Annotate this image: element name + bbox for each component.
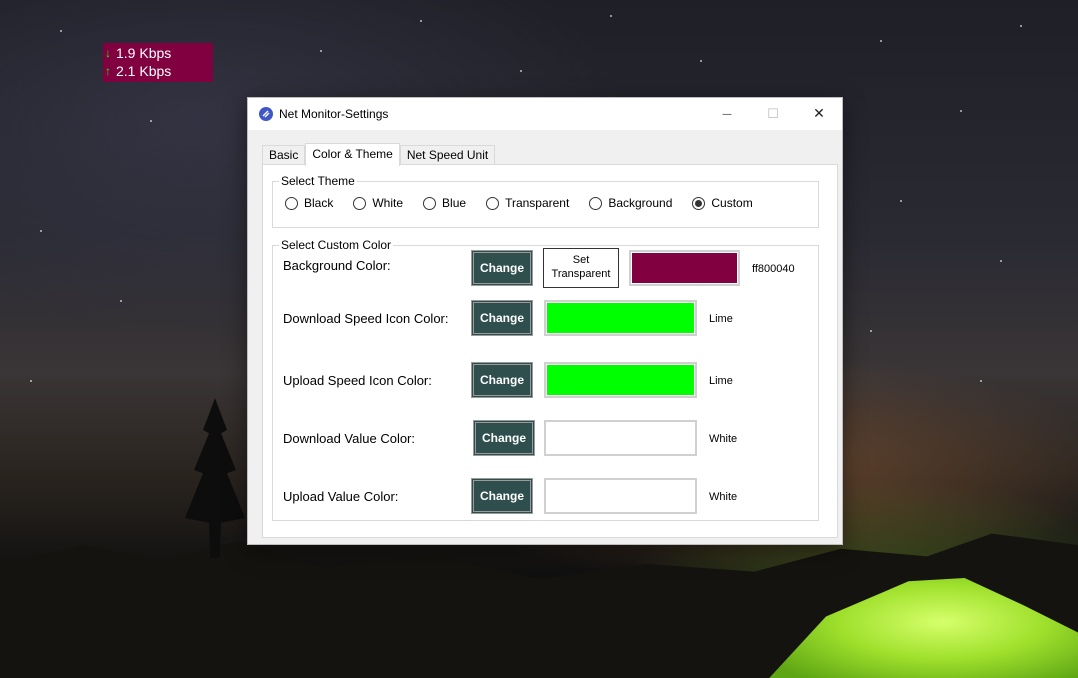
upload-value-color-swatch[interactable] bbox=[544, 478, 697, 514]
upload-value-color-label: Upload Value Color: bbox=[283, 489, 399, 504]
radio-label: Custom bbox=[711, 196, 753, 210]
radio-label: Black bbox=[304, 196, 334, 210]
swatch-fill bbox=[547, 365, 694, 395]
change-download-value-color-button[interactable]: Change bbox=[473, 420, 535, 456]
download-icon-color-swatch[interactable] bbox=[544, 300, 697, 336]
close-icon: ✕ bbox=[813, 106, 825, 122]
change-background-color-button[interactable]: Change bbox=[471, 250, 533, 286]
window-title: Net Monitor-Settings bbox=[279, 107, 389, 121]
window-client: Basic Color & Theme Net Speed Unit Selec… bbox=[248, 130, 842, 544]
app-logo-icon bbox=[259, 107, 273, 121]
download-value-color-row: Download Value Color: Change White bbox=[283, 420, 813, 460]
title-bar[interactable]: Net Monitor-Settings — ☐ ✕ bbox=[248, 98, 842, 130]
background-color-label: Background Color: bbox=[283, 258, 391, 273]
tab-color-theme[interactable]: Color & Theme bbox=[305, 143, 400, 166]
download-value-color-label: Download Value Color: bbox=[283, 431, 415, 446]
radio-circle-icon bbox=[353, 196, 367, 210]
radio-label: White bbox=[372, 196, 404, 210]
radio-label: Background bbox=[608, 196, 673, 210]
radio-background[interactable]: Background bbox=[589, 196, 672, 210]
upload-value-color-value: White bbox=[709, 491, 738, 503]
color-theme-panel: Select Theme Black White Blue Transparen… bbox=[262, 164, 838, 538]
download-icon-color-label: Download Speed Icon Color: bbox=[283, 311, 449, 326]
change-upload-icon-color-button[interactable]: Change bbox=[471, 362, 533, 398]
radio-circle-icon bbox=[285, 196, 298, 210]
upload-icon-color-row: Upload Speed Icon Color: Change Lime bbox=[283, 362, 813, 402]
download-value-color-swatch[interactable] bbox=[544, 420, 697, 456]
download-icon-color-value: Lime bbox=[709, 313, 733, 325]
swatch-fill bbox=[547, 303, 694, 333]
close-button[interactable]: ✕ bbox=[796, 98, 842, 130]
download-row: ↓ 1.9 Kbps bbox=[105, 44, 213, 62]
maximize-button[interactable]: ☐ bbox=[750, 98, 796, 130]
download-value-color-value: White bbox=[709, 433, 738, 445]
change-upload-value-color-button[interactable]: Change bbox=[471, 478, 533, 514]
maximize-icon: ☐ bbox=[767, 106, 779, 122]
radio-circle-icon bbox=[589, 196, 603, 210]
minimize-icon: — bbox=[722, 108, 732, 120]
upload-arrow-icon: ↑ bbox=[105, 64, 111, 78]
radio-circle-icon bbox=[486, 196, 500, 210]
window-controls: — ☐ ✕ bbox=[704, 98, 842, 130]
tab-strip: Basic Color & Theme Net Speed Unit bbox=[262, 142, 496, 166]
background-color-row: Background Color: Change Set Transparent… bbox=[283, 248, 813, 288]
minimize-button[interactable]: — bbox=[704, 98, 750, 130]
radio-custom[interactable]: Custom bbox=[692, 196, 753, 210]
set-transparent-button[interactable]: Set Transparent bbox=[543, 248, 619, 288]
radio-circle-icon bbox=[423, 196, 437, 210]
radio-checked-icon bbox=[692, 196, 706, 210]
background-color-swatch[interactable] bbox=[629, 250, 740, 286]
upload-speed-value: 2.1 Kbps bbox=[116, 63, 172, 79]
tab-net-speed-unit[interactable]: Net Speed Unit bbox=[399, 145, 496, 165]
select-theme-legend: Select Theme bbox=[279, 174, 357, 188]
upload-icon-color-swatch[interactable] bbox=[544, 362, 697, 398]
swatch-fill bbox=[547, 481, 694, 511]
tab-basic[interactable]: Basic bbox=[262, 145, 306, 165]
swatch-fill bbox=[547, 423, 694, 453]
radio-transparent[interactable]: Transparent bbox=[486, 196, 569, 210]
upload-icon-color-label: Upload Speed Icon Color: bbox=[283, 373, 432, 388]
settings-window: Net Monitor-Settings — ☐ ✕ Basic Color &… bbox=[247, 97, 843, 545]
upload-row: ↑ 2.1 Kbps bbox=[105, 62, 213, 80]
radio-label: Transparent bbox=[505, 196, 570, 210]
upload-value-color-row: Upload Value Color: Change White bbox=[283, 478, 813, 518]
background-color-value: ff800040 bbox=[752, 263, 795, 275]
radio-white[interactable]: White bbox=[353, 196, 403, 210]
download-speed-value: 1.9 Kbps bbox=[116, 45, 172, 61]
radio-blue[interactable]: Blue bbox=[423, 196, 466, 210]
download-arrow-icon: ↓ bbox=[105, 46, 111, 60]
custom-color-group: Select Custom Color Background Color: Ch… bbox=[272, 238, 819, 521]
select-theme-group: Select Theme Black White Blue Transparen… bbox=[272, 174, 819, 228]
radio-black[interactable]: Black bbox=[285, 196, 333, 210]
theme-radio-row: Black White Blue Transparent Background … bbox=[285, 196, 773, 210]
change-download-icon-color-button[interactable]: Change bbox=[471, 300, 533, 336]
upload-icon-color-value: Lime bbox=[709, 375, 733, 387]
net-speed-widget[interactable]: ↓ 1.9 Kbps ↑ 2.1 Kbps bbox=[103, 43, 213, 82]
radio-label: Blue bbox=[442, 196, 467, 210]
download-icon-color-row: Download Speed Icon Color: Change Lime bbox=[283, 300, 813, 340]
swatch-fill bbox=[632, 253, 737, 283]
